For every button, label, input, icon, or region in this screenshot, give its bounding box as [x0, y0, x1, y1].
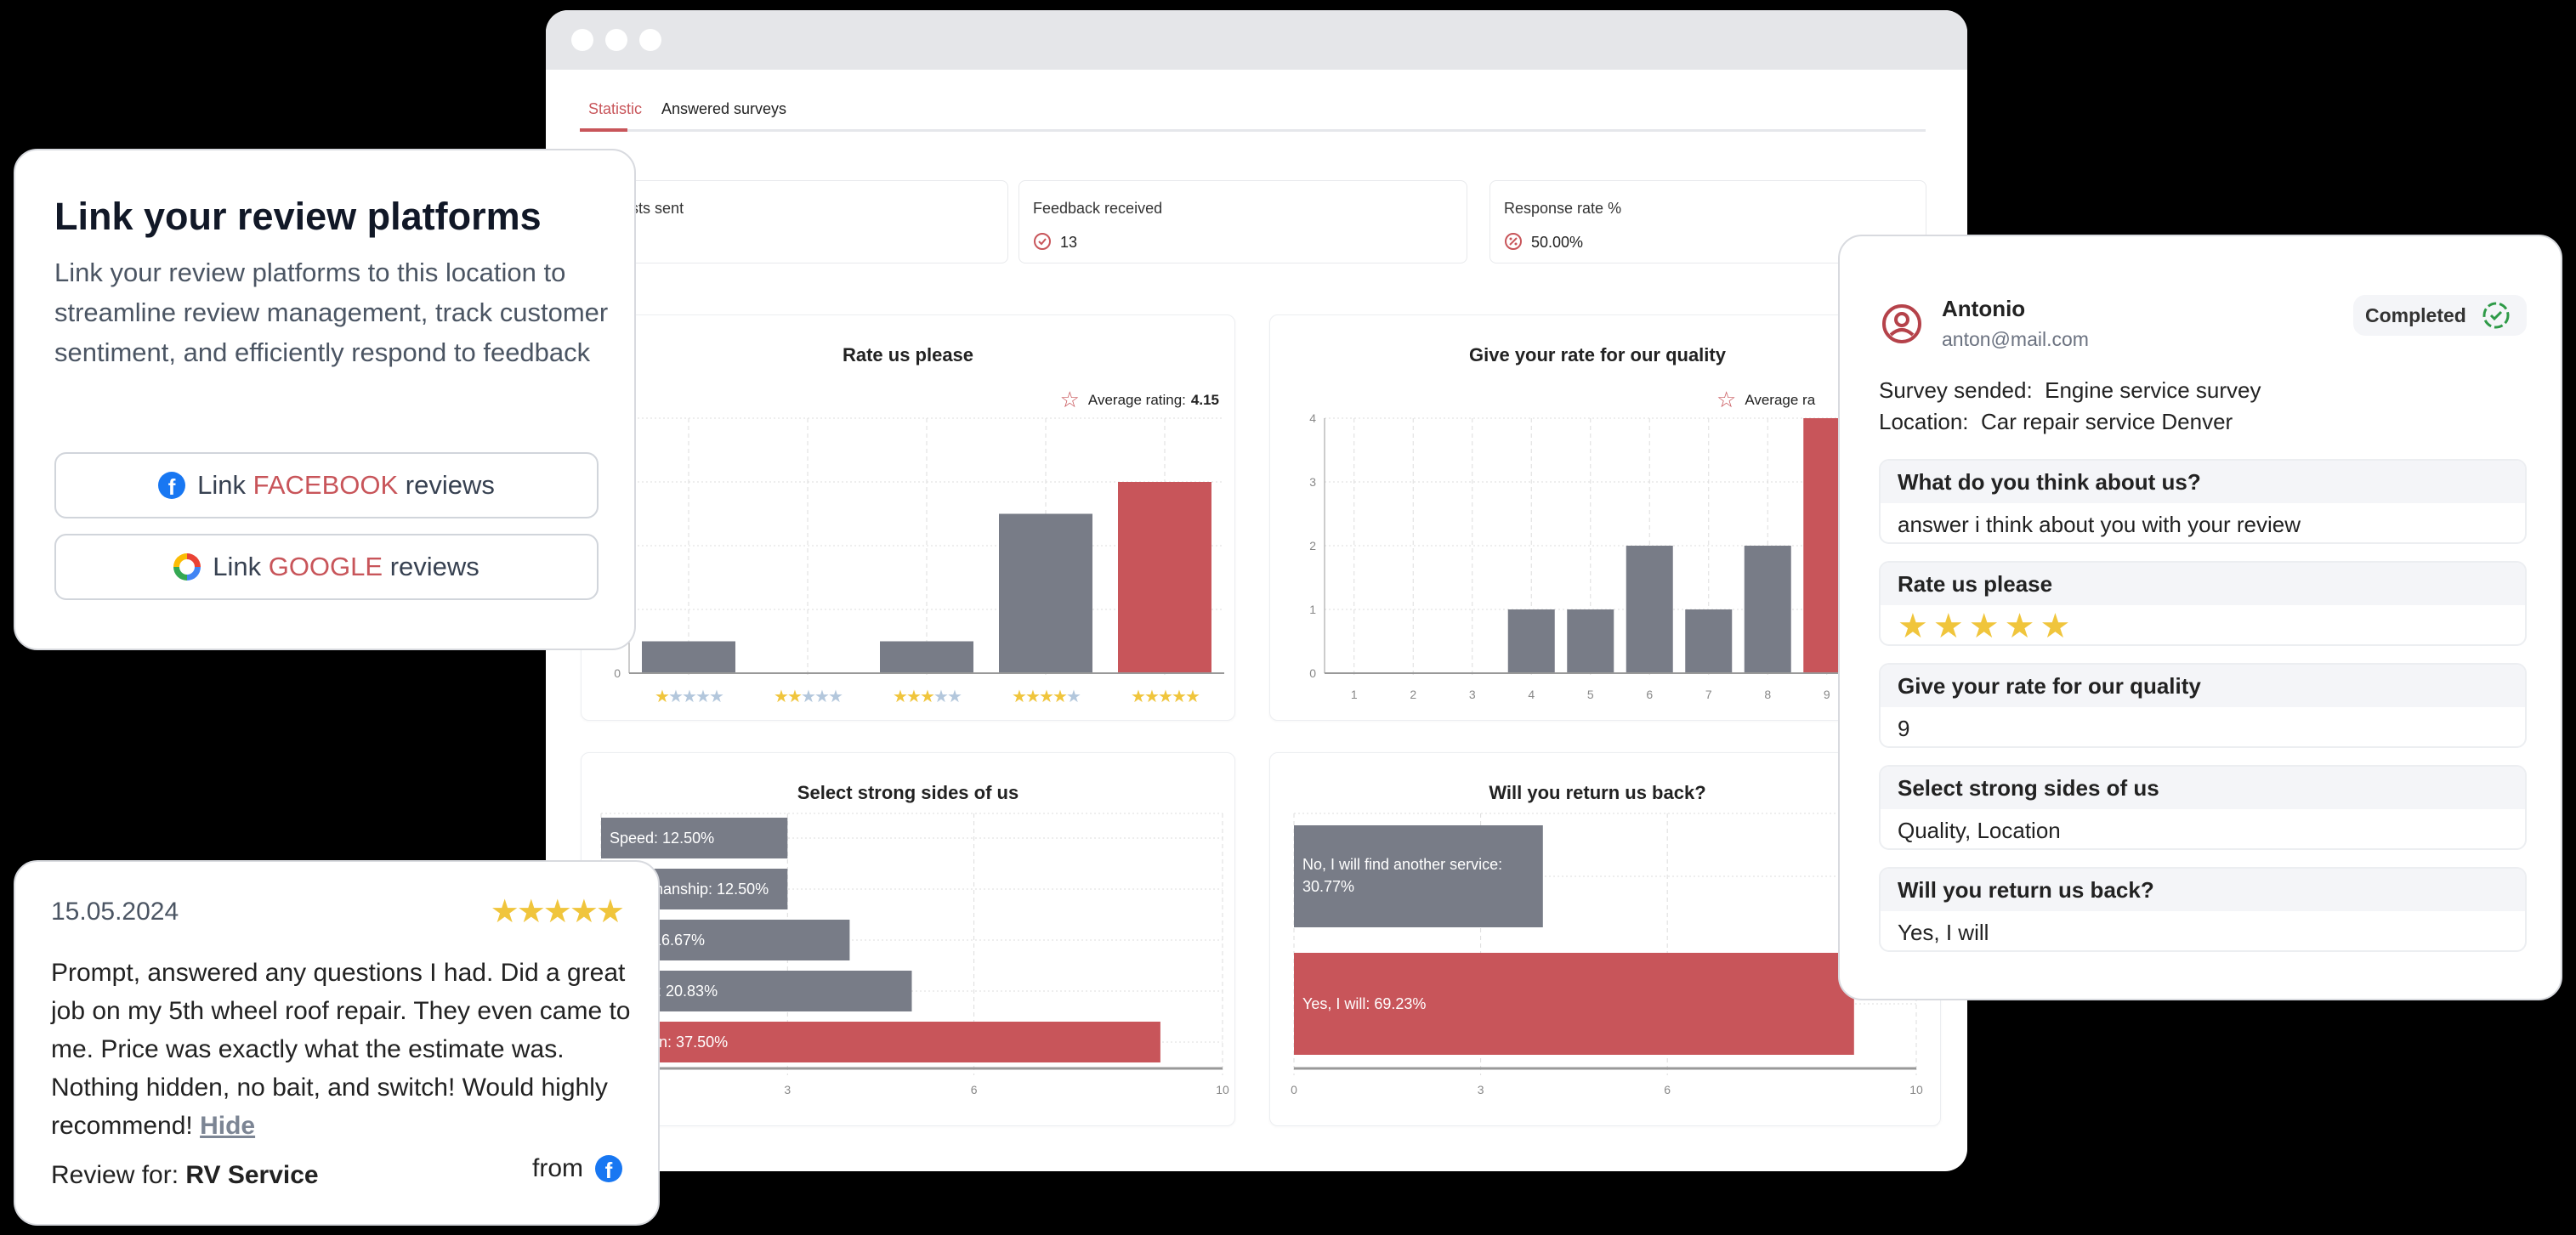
facebook-icon: f — [158, 472, 186, 499]
answer-box: What do you think about us? answer i thin… — [1879, 459, 2527, 544]
review-date: 15.05.2024 — [51, 898, 179, 926]
survey-sended: Survey sended: Engine service survey — [1879, 377, 2261, 403]
active-tab-indicator — [580, 128, 627, 132]
answer: 9 — [1898, 716, 1910, 741]
tab-statistic[interactable]: Statistic — [588, 100, 642, 118]
average-rating: ☆ Average rating: 4.15 — [1060, 387, 1219, 413]
star-outline-icon: ☆ — [1059, 387, 1080, 412]
question: Select strong sides of us — [1881, 767, 2525, 809]
answer-box: Give your rate for our quality 9 — [1879, 663, 2527, 748]
stat-card-feedback-received: Feedback received 13 — [1018, 180, 1467, 263]
question: What do you think about us? — [1881, 461, 2525, 503]
average-rating: ☆ Average ra — [1716, 387, 1815, 413]
user-avatar-icon — [1882, 304, 1921, 343]
badge-percent-icon — [1505, 233, 1522, 250]
link-platforms-card: Link your review platforms Link your rev… — [14, 149, 636, 650]
survey-response-card: Antonio anton@mail.com Completed Survey … — [1838, 235, 2562, 1000]
card-title: Link your review platforms — [54, 195, 542, 238]
stat-value: 13 — [1060, 234, 1078, 251]
browser-window: Statistic Answered surveys Requests sent… — [546, 10, 1967, 1171]
answer: Yes, I will — [1898, 920, 1989, 945]
link-facebook-button[interactable]: f Link FACEBOOK reviews — [54, 452, 599, 518]
average-rating-label: Average rating: — [1087, 391, 1186, 408]
window-titlebar — [546, 10, 1967, 70]
respondent-email: anton@mail.com — [1942, 328, 2089, 350]
hide-link[interactable]: Hide — [200, 1112, 255, 1140]
button-label: Link GOOGLE reviews — [213, 552, 479, 581]
card-description: Link your review platforms to this locat… — [54, 258, 609, 367]
tab-answered-surveys[interactable]: Answered surveys — [661, 100, 786, 118]
stat-label: Feedback received — [1033, 200, 1163, 217]
window-dot-close[interactable] — [571, 29, 593, 51]
chart-card-rate-us: Rate us please ☆ Average rating: 4.15 — [581, 314, 1235, 721]
chart-title: Select strong sides of us — [797, 782, 1019, 803]
review-card: 15.05.2024 ★★★★★ Prompt, answered any qu… — [14, 860, 660, 1226]
facebook-icon[interactable]: f — [595, 1155, 622, 1182]
tabs-divider — [580, 129, 1926, 132]
review-rating-stars: ★★★★★ — [490, 894, 625, 930]
answer: answer i think about you with your revie… — [1898, 512, 2301, 537]
respondent-name: Antonio — [1942, 296, 2026, 321]
check-circle-dashed-icon — [2482, 302, 2510, 329]
window-dot-maximize[interactable] — [639, 29, 661, 51]
stat-card-requests-sent: Requests sent 26 — [571, 180, 1008, 263]
answer: Quality, Location — [1898, 818, 2061, 843]
chart-title: Rate us please — [842, 344, 974, 365]
badge-check-icon — [1034, 233, 1051, 250]
stat-value: 50.00% — [1531, 234, 1584, 251]
chart-card-strong-sides: Select strong sides of us — [581, 752, 1235, 1126]
question: Give your rate for our quality — [1881, 665, 2525, 707]
answer-stars: ★★★★★ — [1898, 608, 2076, 645]
question: Rate us please — [1881, 563, 2525, 605]
status-label: Completed — [2365, 303, 2466, 326]
status-badge: Completed — [2353, 295, 2527, 336]
answer-box: Select strong sides of us Quality, Locati… — [1879, 765, 2527, 850]
stat-label: Response rate % — [1504, 200, 1622, 217]
review-for: Review for: RV Service — [51, 1161, 319, 1189]
average-rating-label: Average ra — [1745, 391, 1816, 408]
survey-location: Location: Car repair service Denver — [1879, 409, 2233, 434]
star-outline-icon: ☆ — [1716, 387, 1737, 412]
average-rating-value: 4.15 — [1190, 391, 1219, 408]
answer-box: Will you return us back? Yes, I will — [1879, 867, 2527, 952]
question: Will you return us back? — [1881, 869, 2525, 911]
answer-box: Rate us please ★★★★★ — [1879, 561, 2527, 646]
window-dot-minimize[interactable] — [605, 29, 627, 51]
review-text: Prompt, answered any questions I had. Di… — [51, 959, 631, 1140]
google-icon — [173, 553, 201, 581]
button-label: Link FACEBOOK reviews — [197, 470, 495, 500]
link-google-button[interactable]: Link GOOGLE reviews — [54, 534, 599, 600]
chart-title: Will you return us back? — [1489, 782, 1706, 803]
review-source: from f — [532, 1154, 622, 1183]
chart-title: Give your rate for our quality — [1469, 344, 1726, 365]
